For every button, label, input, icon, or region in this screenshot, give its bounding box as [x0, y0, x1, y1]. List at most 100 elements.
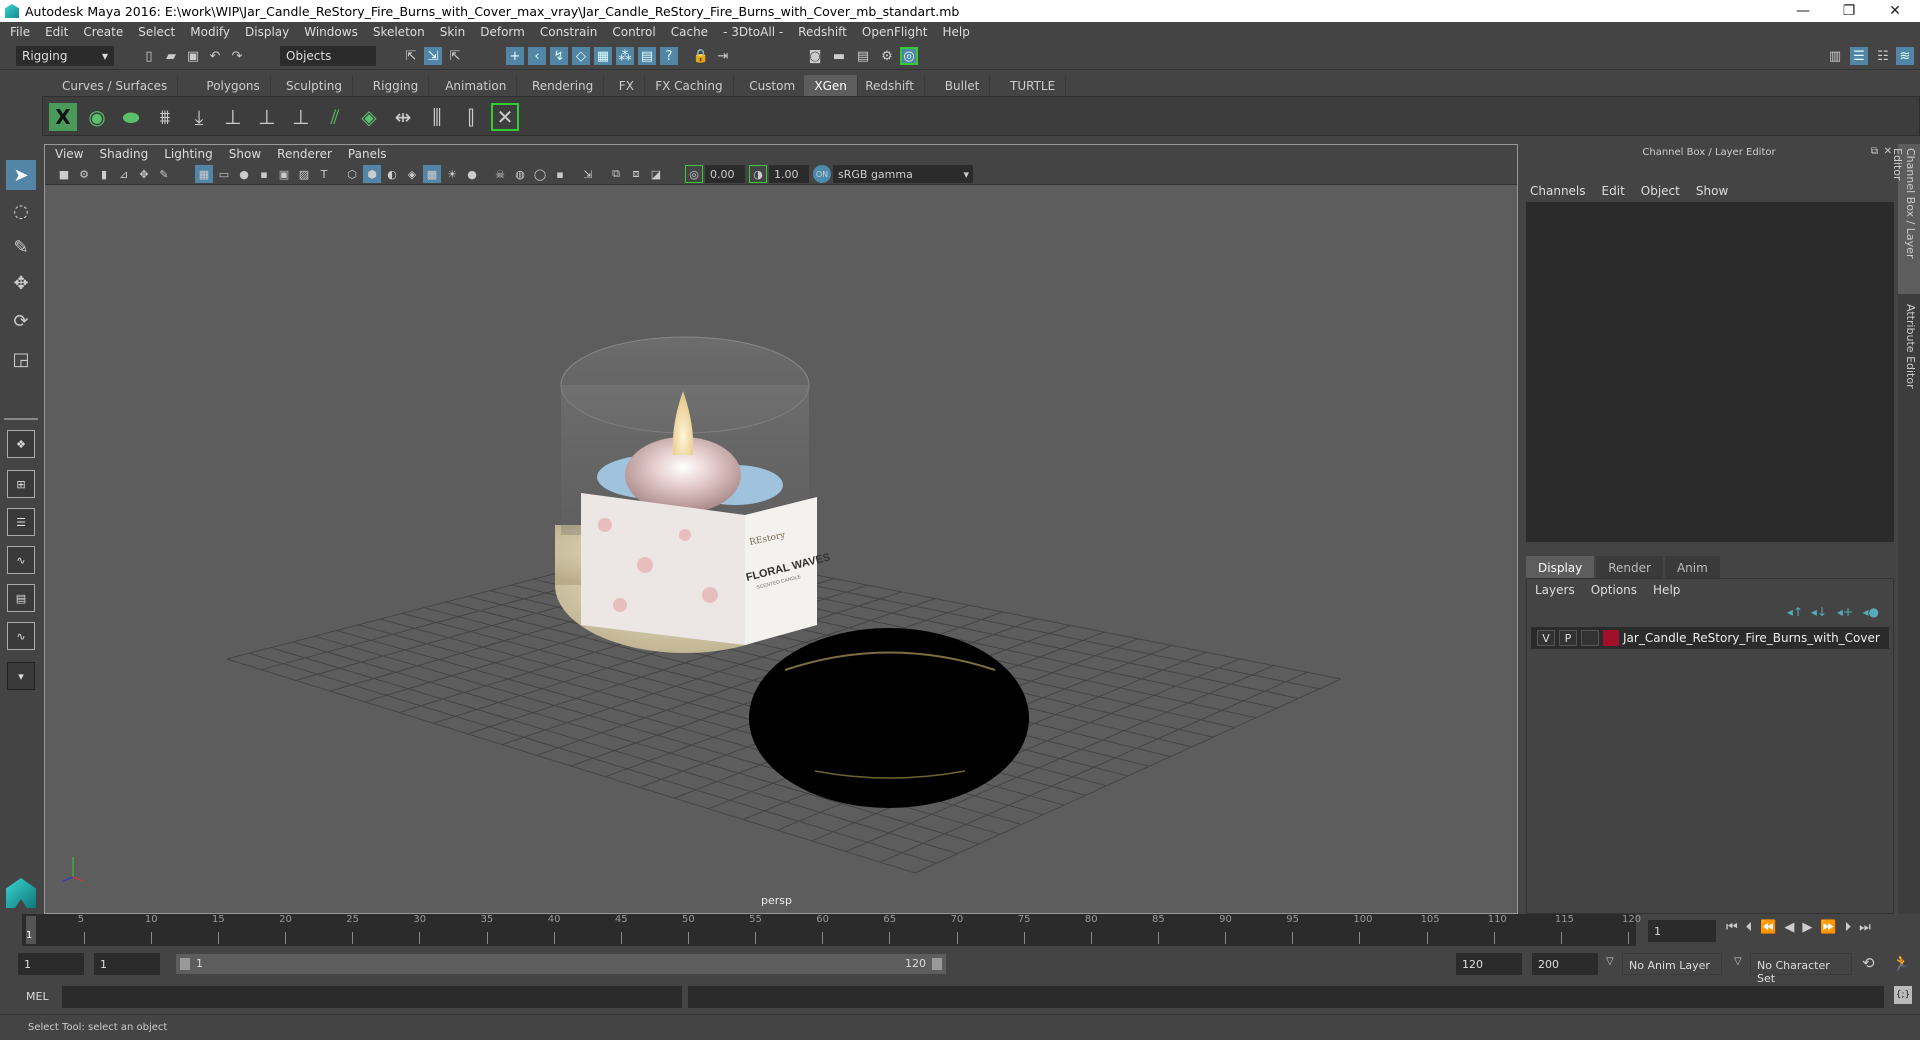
film-gate-icon[interactable]: ▭ [215, 165, 233, 183]
panel-menu-shading[interactable]: Shading [99, 147, 148, 161]
wireframe-on-shaded-icon[interactable]: ◈ [403, 165, 421, 183]
auto-key-icon[interactable]: ⟲ [1862, 954, 1875, 972]
camera-select-icon[interactable]: ■ [55, 165, 73, 183]
shelf-tab-bullet[interactable]: Bullet [935, 75, 991, 96]
create-description-icon[interactable]: ⩩ [151, 103, 179, 131]
shelf-tab-sculpting[interactable]: Sculpting [276, 75, 354, 96]
layer-display-type-toggle[interactable] [1581, 630, 1599, 646]
close-button[interactable]: ✕ [1872, 0, 1918, 22]
four-view-layout-icon[interactable]: ⊞ [7, 470, 35, 498]
gamma-icon[interactable]: ◑ [749, 165, 767, 183]
shelf-tab-custom[interactable]: Custom [739, 75, 807, 96]
move-layer-up-icon[interactable]: ◂↑ [1787, 605, 1803, 619]
command-language[interactable]: MEL [26, 990, 49, 1003]
lock-icon[interactable]: 🔒 [692, 47, 710, 65]
exposure-icon[interactable]: ◎ [685, 165, 703, 183]
layer-tab-anim[interactable]: Anim [1664, 556, 1720, 580]
render-view-icon[interactable]: ▬ [830, 47, 848, 65]
playback-start-field[interactable]: 1 [94, 953, 160, 975]
step-back-frame-icon[interactable]: ⏴ [1746, 920, 1753, 935]
xgen-clear-preview-icon[interactable]: ⬬ [117, 103, 145, 131]
redo-icon[interactable]: ↷ [228, 47, 246, 65]
isolate-select-icon[interactable]: ⇲ [579, 165, 597, 183]
current-frame-field[interactable]: 1 [1648, 920, 1716, 942]
snap-grid-icon[interactable]: + [506, 47, 524, 65]
snap-curve-icon[interactable]: ‹ [528, 47, 546, 65]
menu-3dtoall[interactable]: - 3DtoAll - [723, 25, 783, 39]
ipr-render-icon[interactable]: ▤ [854, 47, 872, 65]
float-panel-icon[interactable]: ⧉ [1871, 146, 1878, 157]
current-time-indicator[interactable]: 1 [26, 916, 36, 944]
go-to-end-icon[interactable]: ⏭ [1859, 920, 1871, 935]
minimize-button[interactable]: — [1780, 0, 1826, 22]
modeling-toolkit-icon[interactable]: ▥ [1826, 47, 1844, 65]
graph-layout-icon[interactable]: ∿ [7, 546, 35, 574]
ambient-occlusion-icon[interactable]: ☠ [491, 165, 509, 183]
select-guides-icon[interactable]: ⫼ [423, 103, 451, 131]
menu-select[interactable]: Select [138, 25, 175, 39]
range-start-handle[interactable] [180, 958, 190, 970]
safe-title-icon[interactable]: T [315, 165, 333, 183]
grease-pencil-icon[interactable]: ✎ [155, 165, 173, 183]
xray-joints-icon[interactable]: ⧈ [627, 165, 645, 183]
channel-menu-edit[interactable]: Edit [1602, 184, 1625, 198]
new-scene-icon[interactable]: ▯ [140, 47, 158, 65]
menu-help[interactable]: Help [942, 25, 969, 39]
menu-windows[interactable]: Windows [304, 25, 358, 39]
scale-tool-icon[interactable]: ◲ [6, 344, 36, 374]
hypershade-layout-icon[interactable]: ▤ [7, 584, 35, 612]
layer-row[interactable]: V P Jar_Candle_ReStory_Fire_Burns_with_C… [1531, 627, 1889, 649]
view-transform-dropdown[interactable]: sRGB gamma ▾ [833, 165, 973, 183]
shelf-tab-fx[interactable]: FX [609, 75, 645, 96]
script-editor-icon[interactable]: {;} [1894, 986, 1912, 1004]
command-input[interactable] [62, 986, 682, 1008]
resolution-gate-icon[interactable]: ● [235, 165, 253, 183]
shelf-tab-rigging[interactable]: Rigging [363, 75, 430, 96]
menu-skin[interactable]: Skin [440, 25, 466, 39]
new-layer-selected-icon[interactable]: ◂● [1863, 605, 1880, 619]
panel-menu-show[interactable]: Show [229, 147, 261, 161]
layer-menu-help[interactable]: Help [1653, 583, 1680, 597]
split-guides-icon[interactable]: ⫽ [321, 103, 349, 131]
gamma-field[interactable]: 1.00 [769, 165, 809, 183]
menu-display[interactable]: Display [245, 25, 289, 39]
go-to-start-icon[interactable]: ⏮ [1726, 920, 1738, 935]
menu-redshift[interactable]: Redshift [798, 25, 847, 39]
move-layer-down-icon[interactable]: ◂↓ [1811, 605, 1827, 619]
shelf-tab-turtle[interactable]: TURTLE [1000, 75, 1067, 96]
play-forwards-icon[interactable]: ▶ [1802, 920, 1812, 935]
snap-view-icon[interactable]: ⁂ [616, 47, 634, 65]
channel-box-area[interactable] [1526, 202, 1894, 542]
select-hierarchy-icon[interactable]: ⇱ [402, 47, 420, 65]
anim-layer-dropdown[interactable]: No Anim Layer [1622, 953, 1722, 975]
layer-tab-display[interactable]: Display [1526, 556, 1595, 580]
tool-settings-icon[interactable]: ☷ [1874, 47, 1892, 65]
layer-playback-toggle[interactable]: P [1559, 630, 1577, 646]
bookmark-icon[interactable]: ▮ [95, 165, 113, 183]
color-management-toggle-icon[interactable]: ON [813, 165, 831, 183]
snap-surface-icon[interactable]: ◇ [572, 47, 590, 65]
step-forward-key-icon[interactable]: ⏩ [1820, 920, 1836, 935]
xray-icon[interactable]: ⧉ [607, 165, 625, 183]
motion-blur-icon[interactable]: ◍ [511, 165, 529, 183]
menu-cache[interactable]: Cache [671, 25, 708, 39]
xgen-editor-icon[interactable]: X [49, 103, 77, 131]
scene-start-field[interactable]: 1 [18, 953, 84, 975]
anti-aliasing-icon[interactable]: ◯ [531, 165, 549, 183]
default-material-icon[interactable]: ◐ [383, 165, 401, 183]
use-all-lights-icon[interactable]: ☀ [443, 165, 461, 183]
step-back-key-icon[interactable]: ⏪ [1760, 920, 1776, 935]
playback-end-field[interactable]: 120 [1456, 953, 1522, 975]
menu-deform[interactable]: Deform [480, 25, 525, 39]
shadows-icon[interactable]: ● [463, 165, 481, 183]
tab-attribute-editor[interactable]: Attribute Editor [1898, 300, 1920, 410]
sculpt-guides-icon[interactable]: ⇹ [389, 103, 417, 131]
animation-preferences-icon[interactable]: 🏃 [1892, 954, 1911, 972]
restore-button[interactable]: ❐ [1826, 0, 1872, 22]
3d-viewport[interactable]: REstory FLORAL WAVES SCENTED CANDLE pers… [45, 185, 1517, 913]
range-end-handle[interactable] [932, 958, 942, 970]
add-guide-icon[interactable]: ⊥ [219, 103, 247, 131]
snap-help-icon[interactable]: ? [660, 47, 678, 65]
camera-attributes-icon[interactable]: ⚙ [75, 165, 93, 183]
menuset-dropdown[interactable]: Rigging ▾ [16, 46, 114, 66]
